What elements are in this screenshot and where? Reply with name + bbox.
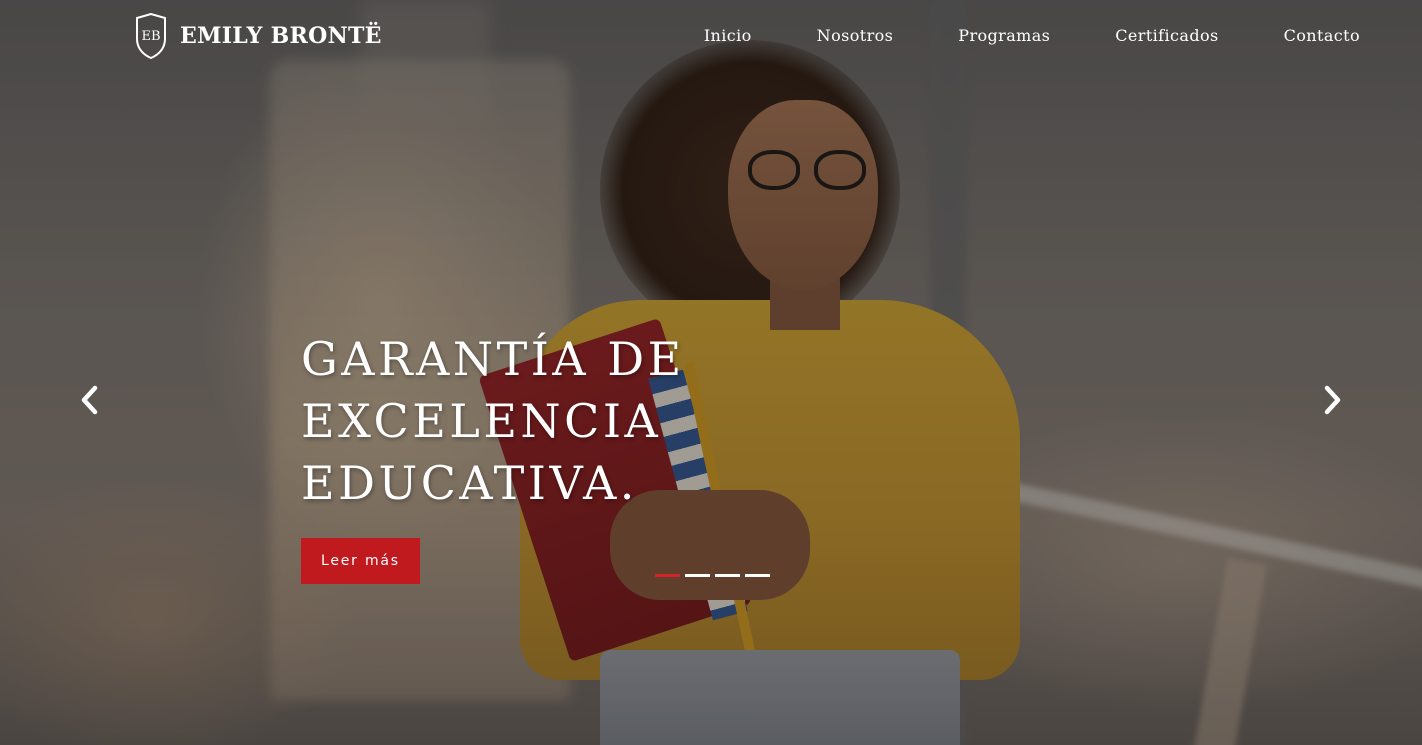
hero-headline-line-1: GARANTÍA DE EXCELENCIA bbox=[301, 332, 685, 448]
chevron-left-icon bbox=[81, 385, 98, 415]
carousel-indicator-2[interactable] bbox=[685, 574, 710, 577]
carousel-indicators bbox=[655, 574, 770, 577]
carousel-indicator-1[interactable] bbox=[655, 574, 680, 577]
carousel-next-button[interactable] bbox=[1314, 382, 1350, 418]
carousel-indicator-3[interactable] bbox=[715, 574, 740, 577]
nav-item-nosotros[interactable]: Nosotros bbox=[817, 26, 894, 45]
nav-item-certificados[interactable]: Certificados bbox=[1115, 26, 1218, 45]
site-header: EB EMILY BRONTË Inicio Nosotros Programa… bbox=[0, 0, 1422, 76]
main-nav: Inicio Nosotros Programas Certificados C… bbox=[704, 26, 1360, 45]
brand-logo-link[interactable]: EB EMILY BRONTË bbox=[134, 13, 382, 59]
read-more-button[interactable]: Leer más bbox=[301, 538, 420, 584]
nav-item-programas[interactable]: Programas bbox=[958, 26, 1050, 45]
hero-caption: GARANTÍA DE EXCELENCIA EDUCATIVA. Leer m… bbox=[301, 328, 1061, 584]
hero-headline: GARANTÍA DE EXCELENCIA EDUCATIVA. bbox=[301, 328, 1061, 514]
shield-crest-icon: EB bbox=[136, 13, 166, 59]
hero-carousel: EB EMILY BRONTË Inicio Nosotros Programa… bbox=[0, 0, 1422, 745]
carousel-prev-button[interactable] bbox=[72, 382, 108, 418]
chevron-right-icon bbox=[1324, 385, 1341, 415]
hero-headline-line-2: EDUCATIVA. bbox=[301, 456, 638, 510]
brand-name: EMILY BRONTË bbox=[180, 23, 382, 49]
svg-text:EB: EB bbox=[141, 29, 160, 44]
nav-item-contacto[interactable]: Contacto bbox=[1284, 26, 1360, 45]
carousel-indicator-4[interactable] bbox=[745, 574, 770, 577]
nav-item-inicio[interactable]: Inicio bbox=[704, 26, 752, 45]
